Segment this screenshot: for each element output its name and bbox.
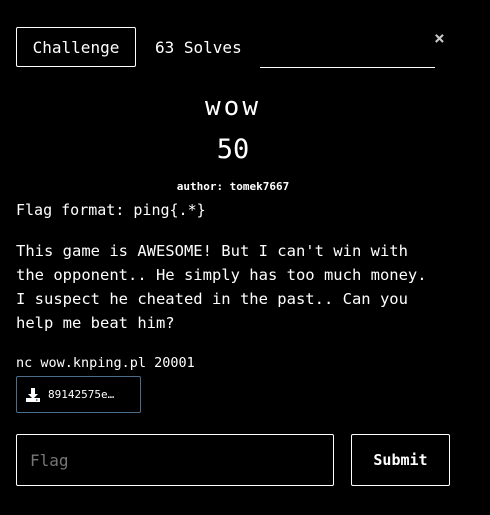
file-download-button[interactable]: 89142575e… xyxy=(16,376,141,413)
tab-solves[interactable]: 63 Solves xyxy=(155,27,242,67)
file-name: 89142575e… xyxy=(48,388,115,401)
tab-underline xyxy=(260,67,435,68)
challenge-points: 50 xyxy=(216,134,250,165)
connection-info: nc wow.knping.pl 20001 xyxy=(16,355,195,371)
challenge-author: author: tomek7667 xyxy=(176,180,290,193)
flag-format-text: Flag format: ping{.*} xyxy=(16,201,206,219)
flag-input[interactable] xyxy=(16,434,334,486)
download-icon xyxy=(26,387,40,402)
challenge-title: wow xyxy=(205,92,261,122)
tab-challenge[interactable]: Challenge xyxy=(16,27,136,67)
close-icon[interactable]: × xyxy=(434,30,445,48)
submit-button[interactable]: Submit xyxy=(351,434,450,486)
challenge-description: This game is AWESOME! But I can't win wi… xyxy=(16,242,427,332)
